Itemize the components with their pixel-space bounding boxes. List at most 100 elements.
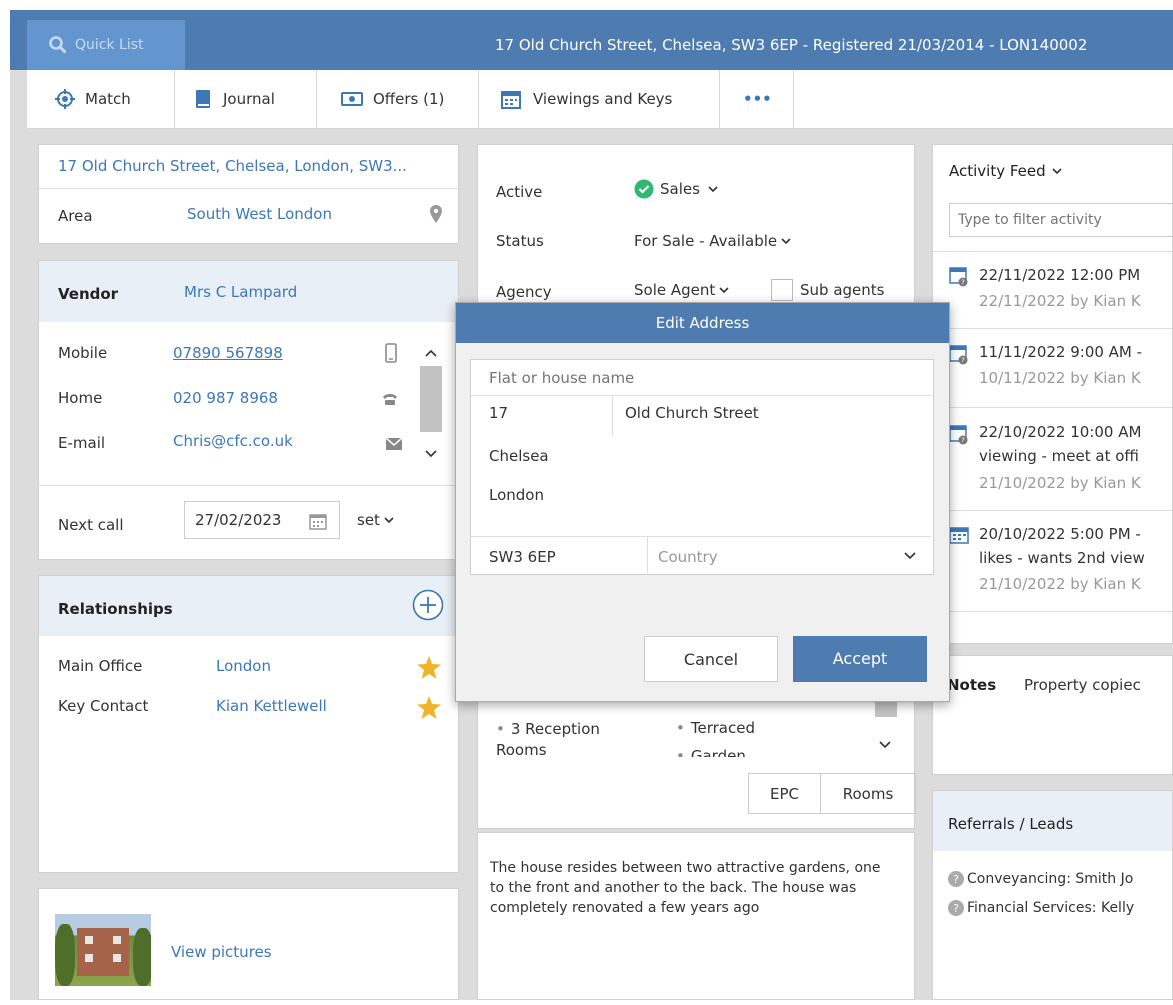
epc-button[interactable]: EPC	[748, 773, 820, 814]
activity-feed-title: Activity Feed	[949, 162, 1046, 180]
next-call-date-input[interactable]: 27/02/2023	[184, 501, 340, 539]
activity-item[interactable]: ? 11/11/2022 9:00 AM - 10/11/2022 by Kia…	[933, 329, 1172, 408]
activity-datetime: 11/11/2022 9:00 AM -	[979, 343, 1143, 361]
town-field[interactable]: London	[471, 476, 931, 537]
active-value: Sales	[660, 180, 700, 198]
relationship-value-london[interactable]: London	[216, 657, 271, 675]
features-scrollbar[interactable]	[872, 701, 898, 761]
activity-author: 22/11/2022 by Kian K	[979, 292, 1141, 310]
star-icon[interactable]	[417, 656, 441, 679]
area-label: Area	[58, 207, 93, 225]
vendor-panel: Vendor Mrs C Lampard Mobile 07890 567898…	[38, 260, 459, 560]
match-button[interactable]: Match	[27, 70, 175, 128]
feature-item: • Garden	[676, 747, 746, 757]
sub-agents-label: Sub agents	[800, 281, 885, 299]
activity-item[interactable]: 20/10/2022 5:00 PM - likes - wants 2nd v…	[933, 511, 1172, 612]
property-description[interactable]: The house resides between two attractive…	[490, 858, 898, 918]
agency-dropdown[interactable]: Sole Agent	[634, 281, 729, 299]
activity-datetime: 22/11/2022 12:00 PM	[979, 266, 1141, 284]
target-icon	[55, 89, 75, 109]
activity-filter-input[interactable]	[949, 203, 1172, 237]
star-icon[interactable]	[417, 696, 441, 719]
active-dropdown[interactable]: Sales	[634, 179, 718, 199]
activity-item[interactable]: ? 22/10/2022 10:00 AM viewing - meet at …	[933, 408, 1172, 511]
email-address[interactable]: Chris@cfc.co.uk	[173, 432, 293, 450]
more-button[interactable]: •••	[720, 70, 794, 128]
agency-label: Agency	[496, 283, 552, 301]
edit-address-dialog: Edit Address 17 Old Church Street Chelse…	[455, 302, 950, 702]
journal-label: Journal	[223, 90, 275, 108]
activity-author: 21/10/2022 by Kian K	[979, 474, 1141, 492]
chevron-down-icon[interactable]	[879, 741, 891, 749]
street-value: Old Church Street	[625, 404, 759, 422]
street-field[interactable]: Old Church Street	[613, 396, 931, 436]
feature-item: • 3 Reception Rooms	[496, 720, 600, 759]
postcode-field[interactable]: SW3 6EP	[471, 537, 648, 573]
help-icon: ?	[948, 900, 964, 916]
referral-item[interactable]: ? Conveyancing: Smith Jo	[948, 871, 1133, 887]
contacts-scrollbar[interactable]	[418, 344, 444, 465]
notes-text[interactable]: Property copiec	[1024, 676, 1141, 694]
referral-item[interactable]: ? Financial Services: Kelly	[948, 900, 1134, 916]
locality-field[interactable]: Chelsea	[471, 436, 931, 476]
locality-value: Chelsea	[489, 447, 549, 465]
more-icon: •••	[743, 90, 772, 108]
svg-text:?: ?	[961, 357, 965, 365]
feature-terraced: Terraced	[690, 719, 755, 737]
relationship-value-kian[interactable]: Kian Kettlewell	[216, 697, 327, 715]
offers-button[interactable]: Offers (1)	[317, 70, 479, 128]
calendar-picker-icon[interactable]	[309, 512, 327, 530]
status-dropdown[interactable]: For Sale - Available	[634, 232, 791, 250]
description-panel: The house resides between two attractive…	[477, 832, 915, 1000]
property-address[interactable]: 17 Old Church Street, Chelsea, London, S…	[58, 157, 407, 175]
chevron-down-icon	[904, 552, 916, 560]
viewings-and-keys-button[interactable]: Viewings and Keys	[479, 70, 720, 128]
set-dropdown[interactable]: set	[357, 511, 394, 529]
activity-feed-dropdown[interactable]: Activity Feed	[949, 162, 1062, 180]
feature-garden: Garden	[690, 747, 746, 757]
chevron-down-icon	[384, 516, 394, 524]
journal-button[interactable]: Journal	[175, 70, 317, 128]
accept-button[interactable]: Accept	[793, 636, 927, 682]
relationships-panel: Relationships Main Office London Key Con…	[38, 575, 459, 873]
map-pin-icon[interactable]	[430, 205, 442, 223]
vendor-label: Vendor	[58, 285, 119, 303]
flat-house-name-input[interactable]	[471, 360, 931, 396]
referral-conveyancing: Conveyancing: Smith Jo	[967, 871, 1134, 887]
scroll-thumb[interactable]	[420, 366, 442, 432]
status-label: Status	[496, 232, 544, 250]
activity-item[interactable]: ? 22/11/2022 12:00 PM 22/11/2022 by Kian…	[933, 252, 1172, 329]
town-value: London	[489, 486, 544, 504]
chevron-down-icon[interactable]	[425, 450, 437, 458]
country-select[interactable]: Country	[648, 537, 931, 573]
home-number[interactable]: 020 987 8968	[173, 389, 278, 407]
area-value[interactable]: South West London	[187, 205, 332, 223]
activity-summary: viewing - meet at offi	[979, 447, 1139, 465]
house-number-field[interactable]: 17	[471, 396, 613, 436]
add-relationship-button[interactable]	[412, 589, 444, 621]
rooms-button[interactable]: Rooms	[820, 773, 916, 814]
mobile-number[interactable]: 07890 567898	[173, 344, 283, 362]
quick-list-search[interactable]: Quick List	[27, 20, 185, 70]
telephone-icon	[382, 392, 398, 406]
sub-agents-checkbox[interactable]	[771, 279, 793, 301]
cancel-button[interactable]: Cancel	[644, 636, 778, 682]
feature-item: • Terraced	[676, 719, 755, 737]
notes-label: Notes	[947, 676, 997, 694]
calendar-appointment-icon: ?	[949, 343, 969, 365]
agency-value: Sole Agent	[634, 281, 716, 299]
svg-text:?: ?	[953, 902, 959, 915]
vendor-name[interactable]: Mrs C Lampard	[184, 283, 297, 301]
app-window: Quick List 17 Old Church Street, Chelsea…	[10, 10, 1173, 1000]
house-number-value: 17	[489, 404, 509, 422]
chevron-up-icon[interactable]	[425, 349, 437, 357]
view-pictures-link[interactable]: View pictures	[171, 943, 272, 961]
postcode-value: SW3 6EP	[489, 548, 556, 566]
feature-reception-rooms: 3 Reception Rooms	[496, 720, 600, 759]
property-thumbnail[interactable]	[55, 914, 151, 986]
scroll-thumb[interactable]	[875, 701, 897, 717]
email-label: E-mail	[58, 434, 106, 452]
activity-summary: likes - wants 2nd view	[979, 549, 1145, 567]
rooms-label: Rooms	[842, 785, 894, 803]
journal-icon	[195, 89, 211, 109]
